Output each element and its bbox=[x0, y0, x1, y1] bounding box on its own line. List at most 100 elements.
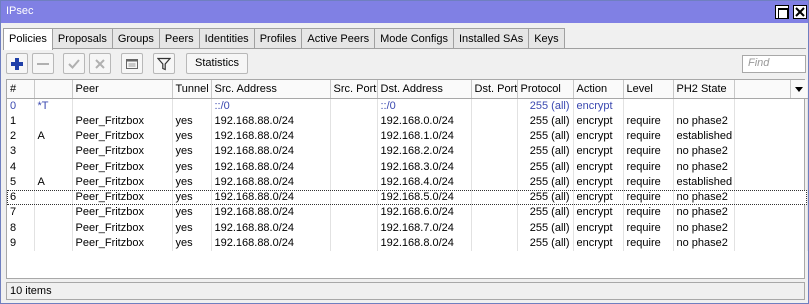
row-number: 4 bbox=[7, 159, 35, 175]
row-protocol: 255 (all) bbox=[517, 189, 574, 206]
row-peer: Peer_Fritzbox bbox=[72, 220, 173, 236]
row-dst-port bbox=[471, 205, 518, 221]
row-level: require bbox=[623, 174, 674, 190]
row-flags bbox=[34, 235, 73, 252]
close-icon[interactable] bbox=[793, 5, 807, 19]
col-header-action[interactable]: Action bbox=[573, 80, 624, 99]
column-menu-button[interactable] bbox=[790, 80, 807, 99]
enable-button[interactable] bbox=[63, 53, 85, 74]
row-ph2-state: no phase2 bbox=[673, 235, 735, 252]
col-header-protocol[interactable]: Protocol bbox=[517, 80, 574, 99]
row-spacer bbox=[734, 144, 808, 160]
row-peer: Peer_Fritzbox bbox=[72, 128, 173, 145]
row-dst-address: 192.168.1.0/24 bbox=[377, 128, 472, 145]
tab-proposals[interactable]: Proposals bbox=[51, 28, 113, 49]
row-protocol: 255 (all) bbox=[517, 128, 574, 145]
row-action: encrypt bbox=[573, 128, 624, 145]
row-peer: Peer_Fritzbox bbox=[72, 189, 173, 206]
find-input[interactable]: Find bbox=[742, 55, 806, 73]
tab-keys[interactable]: Keys bbox=[528, 28, 565, 49]
table-row[interactable]: 5 A Peer_Fritzbox yes 192.168.88.0/24 192.168… bbox=[7, 174, 808, 190]
col-header-number[interactable]: # bbox=[7, 80, 35, 99]
ipsec-window: IPsec Policies Proposals Groups Peers Id… bbox=[0, 0, 809, 304]
col-header-src-address[interactable]: Src. Address bbox=[211, 80, 331, 99]
row-spacer bbox=[734, 128, 808, 145]
row-tunnel: yes bbox=[172, 174, 212, 190]
tab-peers[interactable]: Peers bbox=[158, 28, 200, 49]
check-icon bbox=[68, 59, 80, 69]
row-tunnel: yes bbox=[172, 159, 212, 175]
row-tunnel: yes bbox=[172, 128, 212, 145]
row-tunnel: yes bbox=[172, 189, 212, 206]
table-row[interactable]: 1 Peer_Fritzbox yes 192.168.88.0/24 192.168.… bbox=[7, 113, 808, 129]
row-dst-address: ::/0 bbox=[377, 98, 472, 114]
col-header-dst-port[interactable]: Dst. Port bbox=[471, 80, 518, 99]
disable-button[interactable] bbox=[89, 53, 111, 74]
row-ph2-state: established bbox=[673, 128, 735, 145]
row-dst-port bbox=[471, 113, 518, 129]
policies-table: # Peer Tunnel Src. Address Src. Port Dst… bbox=[6, 79, 808, 279]
row-flags bbox=[34, 144, 73, 160]
row-dst-port bbox=[471, 235, 518, 252]
table-row[interactable]: 2 A Peer_Fritzbox yes 192.168.88.0/24 192.168… bbox=[7, 128, 808, 145]
window-title: IPsec bbox=[6, 5, 34, 17]
row-src-address: ::/0 bbox=[211, 98, 331, 114]
table-row[interactable]: 4 Peer_Fritzbox yes 192.168.88.0/24 192.168.… bbox=[7, 159, 808, 175]
col-header-peer[interactable]: Peer bbox=[72, 80, 173, 99]
row-peer: Peer_Fritzbox bbox=[72, 174, 173, 190]
tab-identities[interactable]: Identities bbox=[198, 28, 255, 49]
row-src-address: 192.168.88.0/24 bbox=[211, 220, 331, 236]
remove-button[interactable] bbox=[32, 53, 54, 74]
row-protocol: 255 (all) bbox=[517, 220, 574, 236]
table-row[interactable]: 7 Peer_Fritzbox yes 192.168.88.0/24 192.168.… bbox=[7, 205, 808, 221]
row-src-port bbox=[330, 113, 378, 129]
row-flags: A bbox=[34, 128, 73, 145]
tab-strip: Policies Proposals Groups Peers Identiti… bbox=[3, 28, 565, 50]
table-row[interactable]: 6 Peer_Fritzbox yes 192.168.88.0/24 192.168.… bbox=[7, 189, 808, 206]
row-flags bbox=[34, 205, 73, 221]
comment-icon bbox=[126, 59, 138, 69]
row-src-port bbox=[330, 189, 378, 206]
row-action: encrypt bbox=[573, 189, 624, 206]
row-tunnel: yes bbox=[172, 113, 212, 129]
row-level: require bbox=[623, 205, 674, 221]
col-header-tunnel[interactable]: Tunnel bbox=[172, 80, 212, 99]
statistics-button[interactable]: Statistics bbox=[186, 53, 249, 74]
row-ph2-state: no phase2 bbox=[673, 189, 735, 206]
filter-icon bbox=[157, 57, 171, 71]
col-header-level[interactable]: Level bbox=[623, 80, 674, 99]
row-flags bbox=[34, 189, 73, 206]
col-header-dst-address[interactable]: Dst. Address bbox=[377, 80, 472, 99]
tab-groups[interactable]: Groups bbox=[111, 28, 160, 49]
row-action: encrypt bbox=[573, 159, 624, 175]
filter-button[interactable] bbox=[153, 53, 175, 74]
row-level: require bbox=[623, 235, 674, 252]
col-header-ph2-state[interactable]: PH2 State bbox=[673, 80, 735, 99]
comment-button[interactable] bbox=[121, 53, 143, 74]
row-action: encrypt bbox=[573, 235, 624, 252]
add-button[interactable] bbox=[6, 53, 28, 74]
row-src-address: 192.168.88.0/24 bbox=[211, 159, 331, 175]
table-row[interactable]: 8 Peer_Fritzbox yes 192.168.88.0/24 192.168.… bbox=[7, 220, 808, 236]
col-header-src-port[interactable]: Src. Port bbox=[330, 80, 378, 99]
title-bar[interactable]: IPsec bbox=[1, 1, 808, 23]
row-action: encrypt bbox=[573, 174, 624, 190]
x-icon bbox=[95, 59, 105, 69]
tab-active-peers[interactable]: Active Peers bbox=[301, 28, 376, 49]
table-row[interactable]: 0 *T::/0::/0 255 (all) encrypt bbox=[7, 98, 808, 114]
tab-mode-configs[interactable]: Mode Configs bbox=[374, 28, 454, 49]
tab-policies[interactable]: Policies bbox=[3, 28, 53, 50]
minus-icon bbox=[37, 63, 49, 65]
row-src-port bbox=[330, 98, 378, 114]
table-row[interactable]: 9 Peer_Fritzbox yes 192.168.88.0/24 192.168.… bbox=[7, 235, 808, 252]
table-row[interactable]: 3 Peer_Fritzbox yes 192.168.88.0/24 192.168.… bbox=[7, 144, 808, 160]
row-peer: Peer_Fritzbox bbox=[72, 205, 173, 221]
row-protocol: 255 (all) bbox=[517, 174, 574, 190]
tab-installed-sas[interactable]: Installed SAs bbox=[453, 28, 530, 49]
row-flags bbox=[34, 113, 73, 129]
tab-profiles[interactable]: Profiles bbox=[253, 28, 303, 49]
restore-icon[interactable] bbox=[775, 5, 789, 19]
row-flags: A bbox=[34, 174, 73, 190]
col-header-flags[interactable] bbox=[34, 80, 73, 99]
row-tunnel: yes bbox=[172, 205, 212, 221]
